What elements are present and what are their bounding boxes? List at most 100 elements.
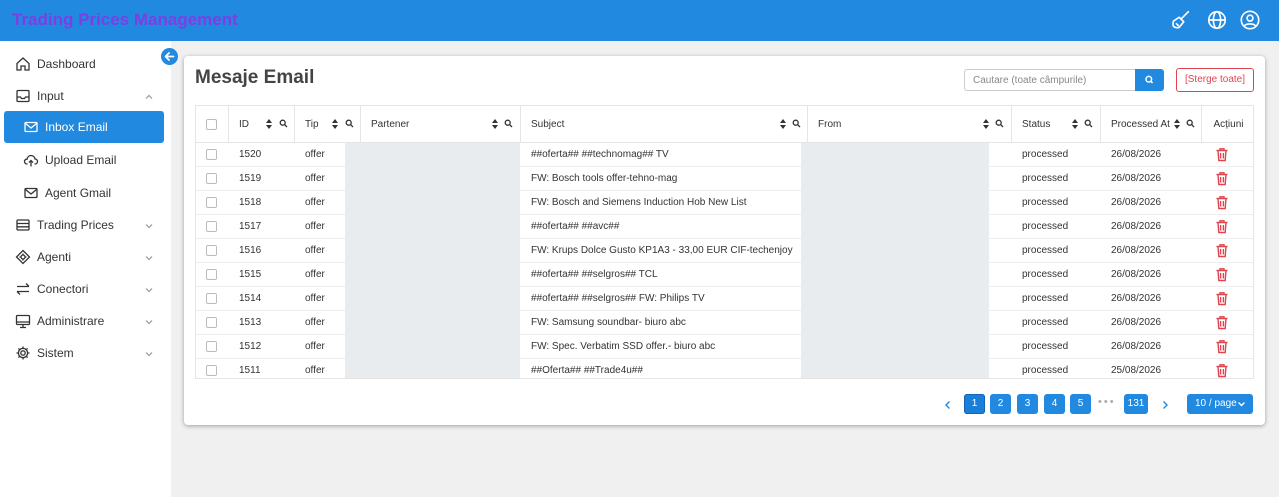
filter-search-icon[interactable] xyxy=(504,119,513,128)
trash-icon[interactable] xyxy=(1215,219,1229,234)
trash-icon[interactable] xyxy=(1215,315,1229,330)
chevron-down-icon xyxy=(144,348,154,358)
trash-icon[interactable] xyxy=(1215,147,1229,162)
filter-search-icon[interactable] xyxy=(792,119,801,128)
cell-status: processed xyxy=(1022,269,1069,280)
cell-tip: offer xyxy=(305,365,325,376)
row-checkbox[interactable] xyxy=(206,245,217,256)
collapse-sidebar-button[interactable] xyxy=(161,48,178,65)
filter-search-icon[interactable] xyxy=(995,119,1004,128)
filter-search-icon[interactable] xyxy=(1084,119,1093,128)
sidebar-item-upload-email[interactable]: Upload Email xyxy=(4,144,164,176)
cell-tip: offer xyxy=(305,197,325,208)
trash-icon[interactable] xyxy=(1215,267,1229,282)
row-checkbox[interactable] xyxy=(206,365,217,376)
next-page-icon[interactable] xyxy=(1160,398,1170,410)
page-size-select[interactable]: 10 / page xyxy=(1187,394,1253,414)
user-circle-icon[interactable] xyxy=(1239,9,1261,31)
cell-processed-at: 26/08/2026 xyxy=(1111,197,1162,208)
cell-id: 1512 xyxy=(239,341,262,352)
filter-search-icon[interactable] xyxy=(345,119,354,128)
trash-icon[interactable] xyxy=(1215,363,1229,378)
sidebar-item-label: Agent Gmail xyxy=(45,186,112,200)
page-button-2[interactable]: 2 xyxy=(990,394,1011,414)
filter-search-icon[interactable] xyxy=(1186,119,1195,128)
sidebar-item-agent-gmail[interactable]: Agent Gmail xyxy=(4,177,164,209)
filter-search-icon[interactable] xyxy=(279,119,288,128)
trash-icon[interactable] xyxy=(1215,171,1229,186)
page-button-4[interactable]: 4 xyxy=(1044,394,1065,414)
clear-all-button[interactable]: [Sterge toate] xyxy=(1176,68,1254,92)
globe-icon[interactable] xyxy=(1206,9,1228,31)
sort-icon[interactable] xyxy=(491,118,499,130)
redacted-partener-column xyxy=(345,143,520,378)
row-checkbox[interactable] xyxy=(206,221,217,232)
row-checkbox[interactable] xyxy=(206,173,217,184)
column-header: Subject xyxy=(531,119,565,130)
row-checkbox[interactable] xyxy=(206,341,217,352)
cell-id: 1520 xyxy=(239,149,262,160)
page-button-1[interactable]: 1 xyxy=(964,394,985,414)
cell-tip: offer xyxy=(305,293,325,304)
cell-status: processed xyxy=(1022,293,1069,304)
sidebar-item-conectori[interactable]: Conectori xyxy=(4,273,164,305)
sort-icon[interactable] xyxy=(1071,118,1079,130)
row-checkbox[interactable] xyxy=(206,293,217,304)
cell-processed-at: 26/08/2026 xyxy=(1111,317,1162,328)
sidebar-item-dashboard[interactable]: Dashboard xyxy=(4,48,164,80)
row-checkbox[interactable] xyxy=(206,269,217,280)
row-checkbox[interactable] xyxy=(206,317,217,328)
sidebar-item-label: Dashboard xyxy=(37,57,96,71)
column-header: Tip xyxy=(305,119,319,130)
trash-icon[interactable] xyxy=(1215,195,1229,210)
monitor-icon xyxy=(15,313,31,329)
email-table: ID Tip Partener Subject From Status Proc… xyxy=(195,105,1254,379)
sort-icon[interactable] xyxy=(1173,118,1181,130)
cell-processed-at: 26/08/2026 xyxy=(1111,245,1162,256)
sidebar-item-trading-prices[interactable]: Trading Prices xyxy=(4,209,164,241)
page-button-3[interactable]: 3 xyxy=(1017,394,1038,414)
cell-id: 1518 xyxy=(239,197,262,208)
pagination: 1 2 3 4 5 ••• 131 10 / page xyxy=(184,394,1265,414)
sort-icon[interactable] xyxy=(265,118,273,130)
cell-tip: offer xyxy=(305,269,325,280)
sidebar-item-sistem[interactable]: Sistem xyxy=(4,337,164,369)
chevron-down-icon xyxy=(144,284,154,294)
cell-tip: offer xyxy=(305,317,325,328)
sidebar-item-inbox-email[interactable]: Inbox Email xyxy=(4,111,164,143)
row-checkbox[interactable] xyxy=(206,197,217,208)
row-checkbox[interactable] xyxy=(206,149,217,160)
cell-id: 1514 xyxy=(239,293,262,304)
cell-subject: ##oferta## ##selgros## TCL xyxy=(531,269,658,280)
sidebar-item-input[interactable]: Input xyxy=(4,80,164,112)
search-button[interactable] xyxy=(1135,69,1164,91)
cell-status: processed xyxy=(1022,173,1069,184)
select-all-checkbox[interactable] xyxy=(206,119,217,130)
cell-tip: offer xyxy=(305,245,325,256)
cell-subject: FW: Krups Dolce Gusto KP1A3 - 33,00 EUR … xyxy=(531,245,793,256)
page-ellipsis[interactable]: ••• xyxy=(1098,396,1116,408)
sidebar-item-label: Conectori xyxy=(37,282,89,296)
page-button-5[interactable]: 5 xyxy=(1070,394,1091,414)
sort-icon[interactable] xyxy=(331,118,339,130)
page-button-last[interactable]: 131 xyxy=(1124,394,1148,414)
th-actions: Acțiuni xyxy=(1202,106,1253,143)
th-processed-at: Processed At xyxy=(1101,106,1202,143)
cell-subject: ##Oferta## ##Trade4u## xyxy=(531,365,643,376)
sidebar-item-administrare[interactable]: Administrare xyxy=(4,305,164,337)
sort-icon[interactable] xyxy=(779,118,787,130)
cell-processed-at: 26/08/2026 xyxy=(1111,341,1162,352)
cell-id: 1516 xyxy=(239,245,262,256)
search-input[interactable] xyxy=(964,69,1136,91)
prev-page-icon[interactable] xyxy=(943,398,953,410)
th-id: ID xyxy=(229,106,295,143)
broom-icon[interactable] xyxy=(1170,9,1192,31)
sort-icon[interactable] xyxy=(982,118,990,130)
trash-icon[interactable] xyxy=(1215,291,1229,306)
cell-processed-at: 26/08/2026 xyxy=(1111,269,1162,280)
trash-icon[interactable] xyxy=(1215,339,1229,354)
cell-status: processed xyxy=(1022,197,1069,208)
sidebar-item-agenti[interactable]: Agenti xyxy=(4,241,164,273)
cell-tip: offer xyxy=(305,149,325,160)
trash-icon[interactable] xyxy=(1215,243,1229,258)
